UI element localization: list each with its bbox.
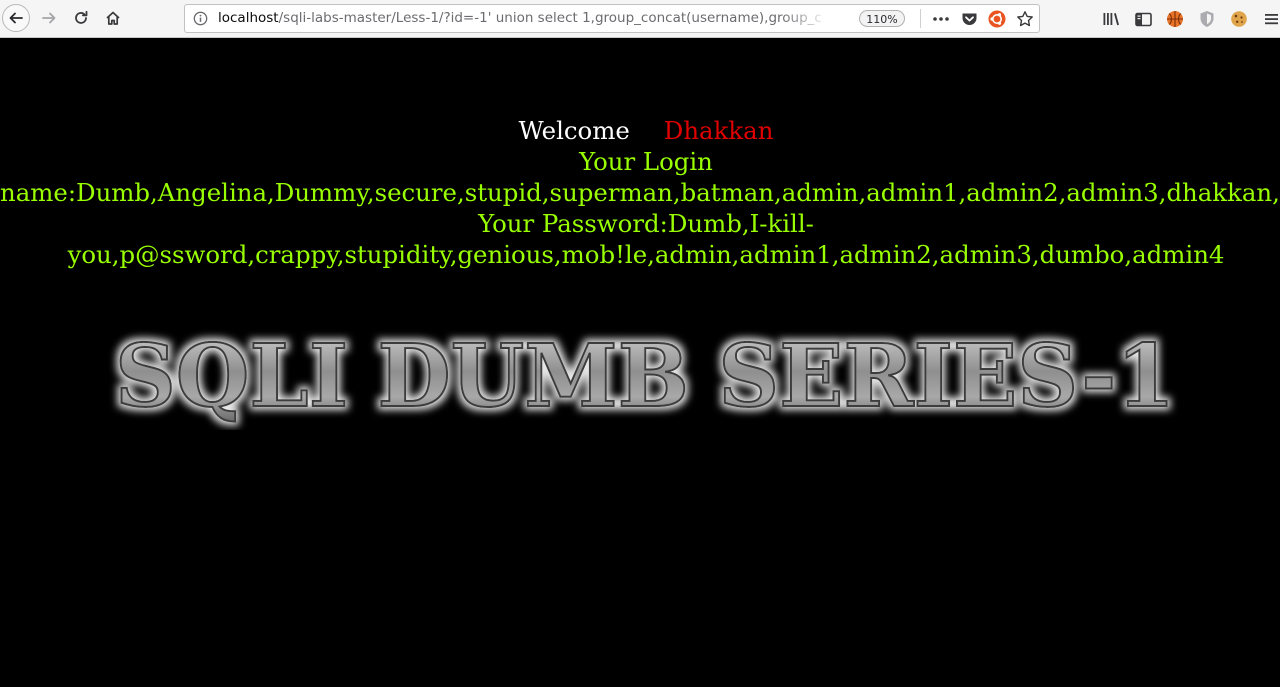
home-icon (106, 11, 120, 25)
password-line-1: Your Password:Dumb,I-kill- (478, 209, 814, 238)
more-dots-icon (933, 17, 949, 21)
menu-button[interactable] (1262, 8, 1280, 30)
address-bar[interactable]: localhost/sqli-labs-master/Less-1/?id=-1… (184, 4, 1040, 33)
hamburger-menu-icon (1265, 14, 1278, 25)
browser-toolbar: localhost/sqli-labs-master/Less-1/?id=-1… (0, 0, 1280, 38)
url-path: /sqli-labs-master/Less-1/?id=-1' union s… (278, 10, 822, 26)
query-result: Welcome Dhakkan Your Login name:Dumb,Ange… (0, 115, 1280, 270)
forward-button[interactable] (36, 4, 62, 32)
pocket-icon (962, 13, 976, 25)
ubuntu-icon (988, 10, 1006, 28)
reload-icon (75, 10, 88, 24)
cookie-extension-button[interactable] (1228, 8, 1250, 30)
library-button[interactable] (1100, 8, 1122, 30)
basketball-extension-icon (1167, 11, 1183, 27)
back-arrow-icon (9, 12, 23, 24)
password-line-2: you,p@ssword,crappy,stupidity,genious,mo… (67, 240, 1225, 269)
page-content: Welcome Dhakkan Your Login name:Dumb,Ange… (0, 38, 1280, 687)
welcome-label: Welcome (518, 116, 630, 145)
sidebar-icon (1134, 12, 1152, 26)
forward-arrow-icon (42, 12, 56, 24)
zoom-level-badge[interactable]: 110% (859, 10, 905, 27)
star-icon (1017, 11, 1033, 27)
library-icon (1103, 13, 1119, 26)
url-divider (920, 9, 921, 28)
cookie-extension-icon (1231, 11, 1247, 27)
login-names: name:Dumb,Angelina,Dummy,secure,stupid,s… (0, 178, 1280, 207)
pocket-button[interactable] (959, 9, 979, 29)
home-button[interactable] (100, 4, 126, 32)
shield-extension-icon (1200, 11, 1214, 27)
basketball-extension-button[interactable] (1164, 8, 1186, 30)
page-actions-button[interactable] (931, 9, 951, 29)
reload-button[interactable] (68, 4, 94, 32)
banner-title: SQLI DUMB SERIES-1 (115, 326, 1175, 427)
sqli-banner-image: SQLI DUMB SERIES-1 (114, 325, 1176, 428)
ubuntu-button[interactable] (987, 9, 1007, 29)
bookmark-button[interactable] (1015, 9, 1035, 29)
back-button[interactable] (2, 4, 30, 32)
welcome-name: Dhakkan (663, 116, 774, 145)
welcome-line: Welcome Dhakkan (0, 115, 1280, 146)
info-icon[interactable] (193, 11, 208, 26)
login-heading: Your Login (579, 147, 713, 176)
sidebar-button[interactable] (1132, 8, 1154, 30)
url-host: localhost (218, 10, 279, 26)
shield-extension-button[interactable] (1196, 8, 1218, 30)
url-text[interactable]: localhost/sqli-labs-master/Less-1/?id=-1… (218, 5, 830, 32)
